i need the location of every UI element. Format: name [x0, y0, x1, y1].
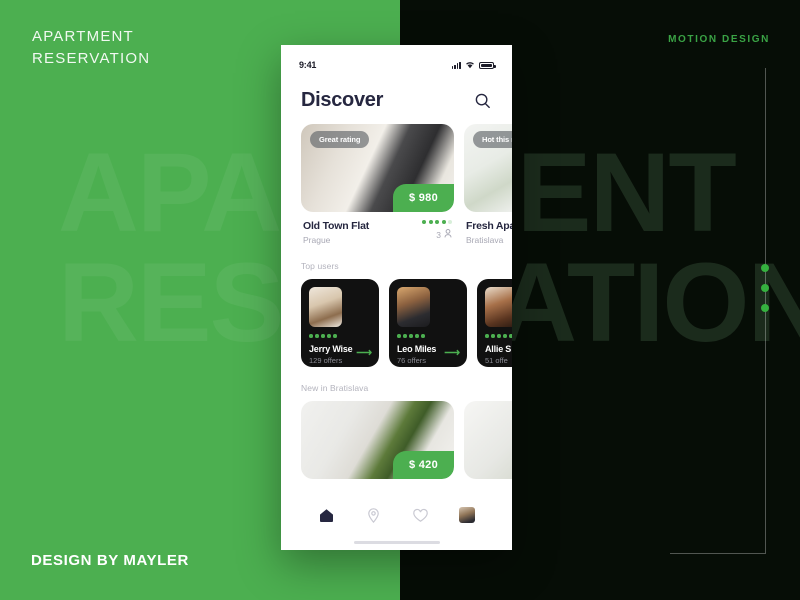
user-rating-dots	[309, 334, 371, 338]
section-title-top-users: Top users	[301, 261, 339, 271]
rating-dot	[403, 334, 407, 338]
avatar	[397, 287, 430, 327]
rating-dot	[497, 334, 501, 338]
avatar	[485, 287, 512, 327]
section-title-new-in-city: New in Bratislava	[301, 383, 369, 393]
property-photo: Hot this m	[464, 124, 512, 212]
property-name: Fresh Apart	[466, 220, 512, 232]
user-offers: 51 offe	[485, 355, 508, 365]
bottom-tab-bar[interactable]	[281, 492, 512, 550]
arrow-right-icon[interactable]: ⟶	[444, 348, 460, 359]
rating-dot	[441, 220, 446, 224]
guest-count-value: 3	[436, 229, 441, 240]
avatar	[309, 287, 342, 327]
rating-dot	[409, 334, 413, 338]
user-name: Allie S	[485, 343, 512, 354]
property-meta: Old Town Flat Prague 3	[301, 212, 454, 245]
indicator-dot-2[interactable]	[761, 284, 769, 292]
rating-dot	[309, 334, 313, 338]
property-stats: 3	[422, 220, 452, 240]
top-users-carousel[interactable]: Jerry Wise 129 offers ⟶ Leo Miles 76 off…	[281, 279, 512, 367]
listing-price: $ 420	[392, 451, 454, 479]
new-listing-card[interactable]	[464, 401, 512, 479]
phone-mockup: 9:41 Discover Great rating $ 980 Old Tow…	[281, 45, 512, 550]
horizontal-rule	[670, 553, 766, 554]
profile-avatar-icon[interactable]	[459, 507, 475, 523]
signal-bars-icon	[451, 61, 461, 69]
user-rating-dots	[397, 334, 459, 338]
property-badge: Great rating	[310, 131, 370, 148]
user-card[interactable]: Allie S 51 offe	[477, 279, 512, 367]
poster-tag-motion-design: MOTION DESIGN	[668, 34, 770, 45]
property-city: Bratislava	[466, 235, 504, 245]
home-icon[interactable]	[318, 507, 335, 524]
page-title: Discover	[301, 89, 384, 111]
user-card[interactable]: Leo Miles 76 offers ⟶	[389, 279, 467, 367]
status-icons	[451, 61, 496, 69]
app-header: Discover	[281, 75, 512, 120]
rating-dot	[415, 334, 419, 338]
property-card[interactable]: Hot this m Fresh Apart Bratislava	[464, 124, 512, 245]
rating-dot	[327, 334, 331, 338]
indicator-dot-1[interactable]	[761, 264, 769, 272]
user-rating-dots	[485, 334, 512, 338]
property-badge: Hot this m	[473, 131, 512, 148]
wifi-icon	[465, 61, 475, 69]
property-meta: Fresh Apart Bratislava	[464, 212, 512, 245]
app-scroll-body: Great rating $ 980 Old Town Flat Prague	[281, 120, 512, 479]
rating-dot	[503, 334, 507, 338]
rating-dot	[428, 220, 433, 224]
property-price: $ 980	[392, 184, 454, 212]
property-card[interactable]: Great rating $ 980 Old Town Flat Prague	[301, 124, 454, 245]
new-listings-carousel[interactable]: $ 420	[281, 401, 512, 479]
rating-dot	[485, 334, 489, 338]
arrow-right-icon[interactable]: ⟶	[356, 348, 372, 359]
rating-dot	[421, 334, 425, 338]
status-time: 9:41	[299, 60, 317, 70]
rating-dot	[509, 334, 512, 338]
slide-indicator-dots[interactable]	[761, 264, 769, 312]
property-city: Prague	[303, 235, 331, 245]
home-indicator	[353, 541, 440, 544]
heart-icon[interactable]	[412, 507, 429, 524]
poster-title: APARTMENT RESERVATION	[32, 28, 151, 67]
battery-icon	[479, 61, 496, 69]
new-listing-card[interactable]: $ 420	[301, 401, 454, 479]
indicator-dot-3[interactable]	[761, 304, 769, 312]
rating-dot	[435, 220, 439, 224]
guest-count: 3	[422, 229, 452, 240]
featured-carousel[interactable]: Great rating $ 980 Old Town Flat Prague	[281, 124, 512, 245]
rating-dots	[422, 220, 452, 224]
rating-dot	[491, 334, 495, 338]
rating-dot	[422, 220, 426, 224]
rating-dot	[333, 334, 337, 338]
property-text-block: Fresh Apart Bratislava	[466, 220, 512, 245]
property-photo: Great rating $ 980	[301, 124, 454, 212]
property-text-block: Old Town Flat Prague	[303, 220, 369, 245]
poster-credit: DESIGN BY MAYLER	[31, 552, 189, 569]
status-bar: 9:41	[281, 45, 512, 75]
user-card[interactable]: Jerry Wise 129 offers ⟶	[301, 279, 379, 367]
listing-photo: $ 420	[301, 401, 454, 479]
rating-dot	[397, 334, 401, 338]
property-name: Old Town Flat	[303, 220, 370, 232]
location-pin-icon[interactable]	[365, 507, 382, 524]
rating-dot	[315, 334, 319, 338]
listing-photo	[464, 401, 512, 479]
search-icon[interactable]	[474, 92, 492, 110]
rating-dot-empty	[448, 220, 452, 224]
rating-dot	[321, 334, 325, 338]
guest-icon	[444, 229, 452, 240]
poster-canvas: APARTMENT RESERVATION APARTMENT RESERVAT…	[0, 0, 800, 600]
